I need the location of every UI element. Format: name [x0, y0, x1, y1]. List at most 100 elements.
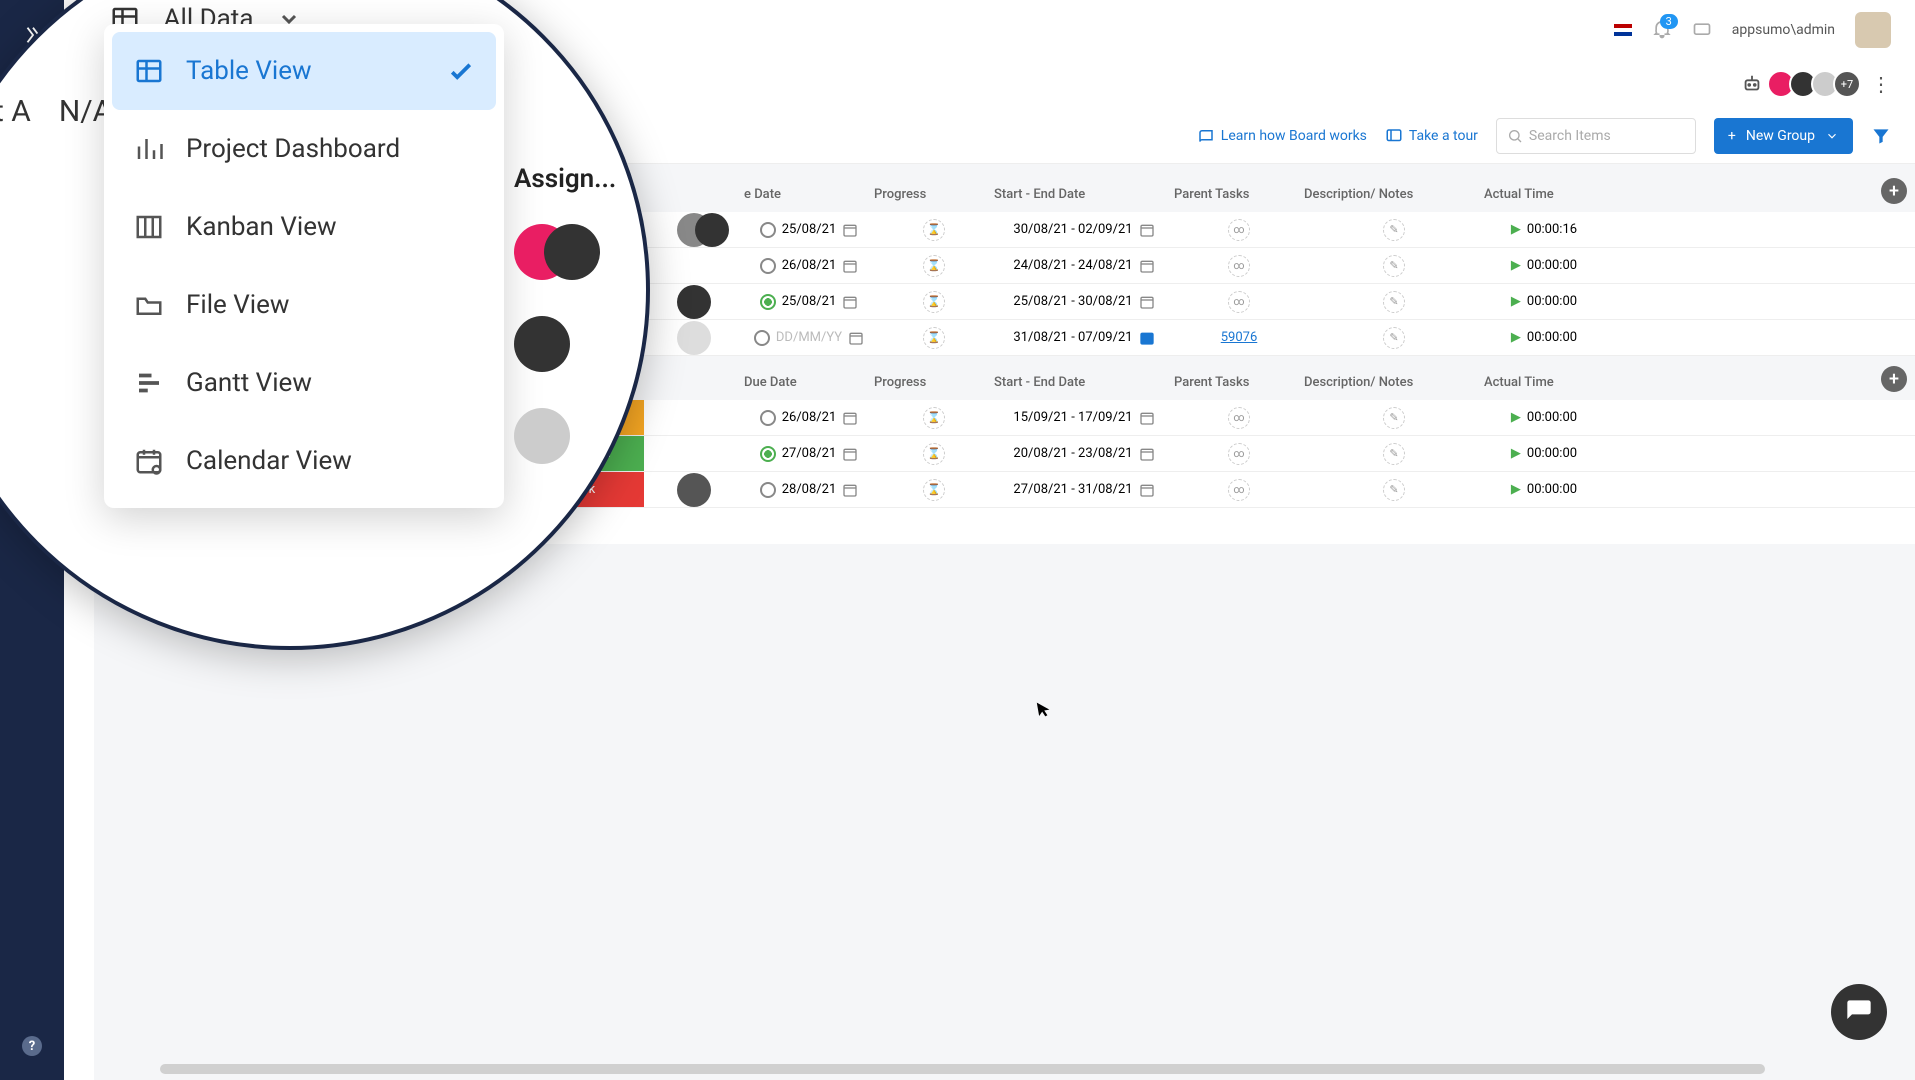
edit-icon[interactable]: ✎: [1383, 291, 1405, 313]
calendar-icon[interactable]: [1139, 222, 1155, 238]
chevron-down-icon[interactable]: [18, 7, 42, 31]
play-icon[interactable]: ▶: [1511, 410, 1521, 425]
progress-icon[interactable]: ⌛: [923, 407, 945, 429]
assignee-avatar[interactable]: [544, 224, 600, 280]
add-column-button[interactable]: +: [1881, 178, 1907, 204]
dropdown-item-dashboard[interactable]: Project Dashboard: [112, 110, 496, 188]
edit-icon[interactable]: ✎: [1383, 479, 1405, 501]
horizontal-scrollbar[interactable]: [160, 1064, 1765, 1074]
flag-icon[interactable]: [1614, 24, 1632, 36]
due-status-icon[interactable]: [760, 294, 776, 310]
col-time: Actual Time: [1484, 187, 1604, 202]
edit-icon[interactable]: ✎: [1383, 407, 1405, 429]
play-icon[interactable]: ▶: [1511, 330, 1521, 345]
edit-icon[interactable]: ✎: [1383, 219, 1405, 241]
tour-link[interactable]: Take a tour: [1385, 127, 1478, 145]
help-icon[interactable]: ?: [22, 1036, 42, 1056]
assignee-avatar[interactable]: [514, 316, 570, 372]
calendar-icon[interactable]: [842, 222, 858, 238]
tour-link-label: Take a tour: [1409, 128, 1478, 144]
magnified-assignees: [514, 224, 570, 464]
calendar-icon[interactable]: [842, 258, 858, 274]
members-more[interactable]: +7: [1833, 70, 1861, 98]
due-status-icon[interactable]: [754, 330, 770, 346]
play-icon[interactable]: ▶: [1511, 482, 1521, 497]
calendar-icon[interactable]: [842, 294, 858, 310]
cursor-icon: [1033, 697, 1055, 722]
col-startend: Start - End Date: [994, 187, 1174, 202]
progress-icon[interactable]: ⌛: [923, 327, 945, 349]
chevron-down-icon: [1825, 129, 1839, 143]
calendar-icon[interactable]: [842, 482, 858, 498]
user-avatar[interactable]: [1855, 12, 1891, 48]
progress-icon[interactable]: ⌛: [923, 219, 945, 241]
assignee-avatar[interactable]: [677, 473, 711, 507]
progress-icon[interactable]: ⌛: [923, 479, 945, 501]
filter-icon[interactable]: [1871, 126, 1891, 146]
due-status-icon[interactable]: [760, 446, 776, 462]
progress-icon[interactable]: ⌛: [923, 255, 945, 277]
col-parent: Parent Tasks: [1174, 187, 1304, 202]
view-dropdown: Table View Project Dashboard Kanban View…: [104, 24, 504, 508]
calendar-icon[interactable]: [1139, 294, 1155, 310]
edit-icon[interactable]: ✎: [1383, 443, 1405, 465]
link-icon[interactable]: ∞: [1228, 291, 1250, 313]
support-chat-button[interactable]: [1831, 984, 1887, 1040]
due-status-icon[interactable]: [760, 410, 776, 426]
col-time: Actual Time: [1484, 375, 1604, 390]
gantt-icon: [132, 366, 166, 400]
progress-icon[interactable]: ⌛: [923, 443, 945, 465]
due-status-icon[interactable]: [760, 482, 776, 498]
col-progress: Progress: [874, 187, 994, 202]
col-desc: Description/ Notes: [1304, 375, 1484, 390]
search-input[interactable]: Search Items: [1496, 118, 1696, 154]
notification-count: 3: [1660, 14, 1678, 29]
dropdown-item-table-view[interactable]: Table View: [112, 32, 496, 110]
play-icon[interactable]: ▶: [1511, 294, 1521, 309]
assignee-avatar[interactable]: [677, 213, 711, 247]
dropdown-item-kanban[interactable]: Kanban View: [112, 188, 496, 266]
assignee-avatar[interactable]: [514, 408, 570, 464]
play-icon[interactable]: ▶: [1511, 446, 1521, 461]
messages-icon[interactable]: [1692, 20, 1712, 40]
due-status-icon[interactable]: [760, 222, 776, 238]
add-column-button[interactable]: +: [1881, 366, 1907, 392]
calendar-icon[interactable]: [1139, 258, 1155, 274]
board-members[interactable]: +7: [1773, 70, 1861, 98]
notifications-button[interactable]: 3: [1652, 20, 1672, 40]
parent-task-link[interactable]: 59076: [1221, 330, 1258, 345]
link-icon[interactable]: ∞: [1228, 219, 1250, 241]
assignee-avatar[interactable]: [677, 285, 711, 319]
edit-icon[interactable]: ✎: [1383, 255, 1405, 277]
link-icon[interactable]: ∞: [1228, 255, 1250, 277]
calendar-icon[interactable]: [1139, 482, 1155, 498]
col-progress: Progress: [874, 375, 994, 390]
col-startend: Start - End Date: [994, 375, 1174, 390]
column-assignee: Assign...: [514, 164, 616, 194]
calendar-icon[interactable]: [1139, 330, 1155, 346]
play-icon[interactable]: ▶: [1511, 222, 1521, 237]
play-icon[interactable]: ▶: [1511, 258, 1521, 273]
assignee-avatar[interactable]: [677, 321, 711, 355]
link-icon[interactable]: ∞: [1228, 443, 1250, 465]
calendar-icon[interactable]: [842, 410, 858, 426]
board-menu-icon[interactable]: ⋮: [1871, 72, 1891, 96]
dropdown-item-file[interactable]: File View: [112, 266, 496, 344]
link-icon[interactable]: ∞: [1228, 479, 1250, 501]
calendar-icon[interactable]: [842, 446, 858, 462]
dropdown-item-calendar[interactable]: Calendar View: [112, 422, 496, 500]
link-icon[interactable]: ∞: [1228, 407, 1250, 429]
dropdown-item-gantt[interactable]: Gantt View: [112, 344, 496, 422]
new-group-label: New Group: [1746, 128, 1815, 144]
table-icon: [132, 54, 166, 88]
due-status-icon[interactable]: [760, 258, 776, 274]
progress-icon[interactable]: ⌛: [923, 291, 945, 313]
col-desc: Description/ Notes: [1304, 187, 1484, 202]
edit-icon[interactable]: ✎: [1383, 327, 1405, 349]
calendar-icon[interactable]: [848, 330, 864, 346]
new-group-button[interactable]: + New Group: [1714, 118, 1853, 154]
learn-link[interactable]: Learn how Board works: [1197, 127, 1367, 145]
calendar-icon[interactable]: [1139, 446, 1155, 462]
calendar-icon[interactable]: [1139, 410, 1155, 426]
robot-icon[interactable]: [1741, 73, 1763, 95]
